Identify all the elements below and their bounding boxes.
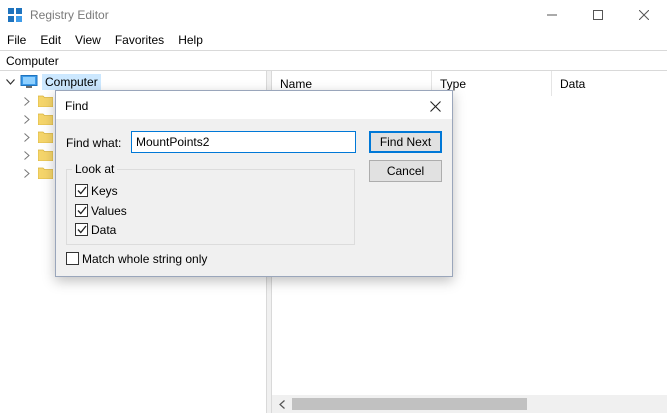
scroll-left-arrow-icon[interactable] bbox=[276, 397, 288, 411]
menu-view[interactable]: View bbox=[75, 33, 101, 47]
checkmark-icon bbox=[77, 186, 87, 195]
column-header-data[interactable]: Data bbox=[552, 71, 667, 96]
data-checkbox[interactable] bbox=[75, 223, 88, 236]
checkmark-icon bbox=[77, 225, 87, 234]
menu-edit[interactable]: Edit bbox=[40, 33, 61, 47]
find-dialog: Find Find what: Find Next Cancel Look at… bbox=[55, 90, 453, 277]
chevron-right-icon[interactable] bbox=[22, 113, 32, 125]
maximize-icon bbox=[593, 10, 603, 20]
folder-icon bbox=[38, 167, 53, 179]
keys-label: Keys bbox=[91, 183, 118, 198]
find-next-button[interactable]: Find Next bbox=[369, 131, 442, 153]
find-what-input[interactable] bbox=[131, 131, 356, 153]
menu-file[interactable]: File bbox=[7, 33, 26, 47]
horizontal-scrollbar[interactable] bbox=[272, 395, 667, 413]
values-checkbox[interactable] bbox=[75, 204, 88, 217]
keys-checkbox[interactable] bbox=[75, 184, 88, 197]
close-icon bbox=[429, 100, 441, 112]
minimize-button[interactable] bbox=[529, 0, 575, 30]
tree-root-label[interactable]: Computer bbox=[42, 73, 101, 90]
tree-item[interactable] bbox=[22, 93, 53, 109]
folder-icon bbox=[38, 131, 53, 143]
chevron-right-icon[interactable] bbox=[22, 167, 32, 179]
folder-icon bbox=[38, 113, 53, 125]
chevron-down-icon[interactable] bbox=[4, 76, 16, 88]
tree-item[interactable] bbox=[22, 165, 53, 181]
cancel-button[interactable]: Cancel bbox=[369, 160, 442, 182]
look-at-group: Look at Keys Values Data bbox=[66, 162, 355, 245]
tree-item[interactable] bbox=[22, 129, 53, 145]
registry-editor-icon bbox=[8, 8, 22, 22]
data-option[interactable]: Data bbox=[75, 222, 116, 237]
keys-option[interactable]: Keys bbox=[75, 183, 118, 198]
menu-bar: File Edit View Favorites Help bbox=[0, 30, 667, 50]
tree-root-computer[interactable]: Computer bbox=[4, 73, 101, 90]
folder-icon bbox=[38, 149, 53, 161]
find-what-label: Find what: bbox=[66, 136, 122, 150]
menu-favorites[interactable]: Favorites bbox=[115, 33, 164, 47]
checkmark-icon bbox=[77, 206, 87, 215]
computer-icon bbox=[20, 74, 38, 88]
close-icon bbox=[639, 10, 649, 20]
values-option[interactable]: Values bbox=[75, 203, 127, 218]
look-at-label: Look at bbox=[72, 162, 118, 176]
find-dialog-close-button[interactable] bbox=[426, 97, 444, 115]
match-whole-option[interactable]: Match whole string only bbox=[66, 251, 207, 266]
data-label: Data bbox=[91, 222, 117, 237]
tree-item[interactable] bbox=[22, 147, 53, 163]
chevron-right-icon[interactable] bbox=[22, 95, 32, 107]
folder-icon bbox=[38, 95, 53, 107]
chevron-right-icon[interactable] bbox=[22, 131, 32, 143]
match-whole-label: Match whole string only bbox=[82, 251, 208, 266]
window-title: Registry Editor bbox=[30, 8, 109, 22]
values-label: Values bbox=[91, 203, 127, 218]
maximize-button[interactable] bbox=[575, 0, 621, 30]
address-bar[interactable]: Computer bbox=[0, 50, 667, 71]
minimize-icon bbox=[547, 14, 557, 16]
find-dialog-titlebar[interactable]: Find bbox=[56, 91, 452, 119]
find-dialog-title: Find bbox=[65, 99, 89, 113]
match-whole-checkbox[interactable] bbox=[66, 252, 79, 265]
close-window-button[interactable] bbox=[621, 0, 667, 30]
menu-help[interactable]: Help bbox=[178, 33, 203, 47]
tree-item[interactable] bbox=[22, 111, 53, 127]
scrollbar-thumb[interactable] bbox=[292, 398, 527, 410]
chevron-right-icon[interactable] bbox=[22, 149, 32, 161]
title-bar: Registry Editor bbox=[0, 0, 667, 30]
